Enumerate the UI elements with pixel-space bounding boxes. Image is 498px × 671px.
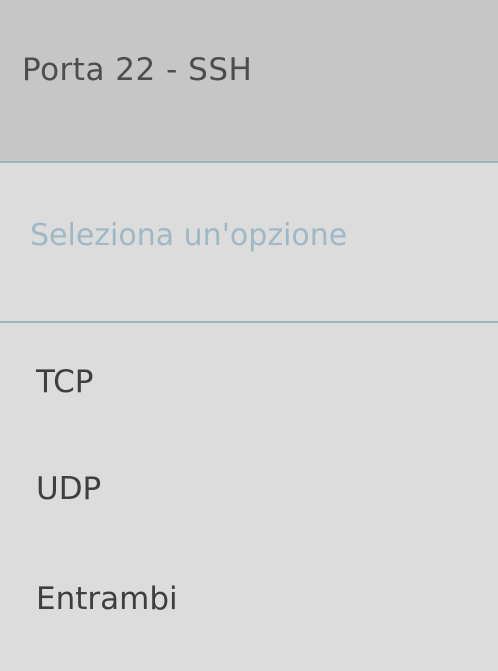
option-entrambi-label: Entrambi [36,581,178,617]
screen: Porta 22 - SSH Seleziona un'opzione TCP … [0,0,498,671]
dropdown-placeholder: Seleziona un'opzione [30,218,348,253]
option-entrambi[interactable]: Entrambi [0,545,498,653]
option-udp-label: UDP [36,471,102,507]
port-select-field[interactable]: Porta 22 - SSH [0,0,498,163]
dropdown-placeholder-row[interactable]: Seleziona un'opzione [0,163,498,323]
option-tcp[interactable]: TCP [0,328,498,436]
option-udp[interactable]: UDP [0,435,498,543]
option-tcp-label: TCP [36,364,94,400]
protocol-dropdown-menu: Seleziona un'opzione TCP UDP Entrambi [0,163,498,671]
selected-port-label: Porta 22 - SSH [22,52,253,88]
